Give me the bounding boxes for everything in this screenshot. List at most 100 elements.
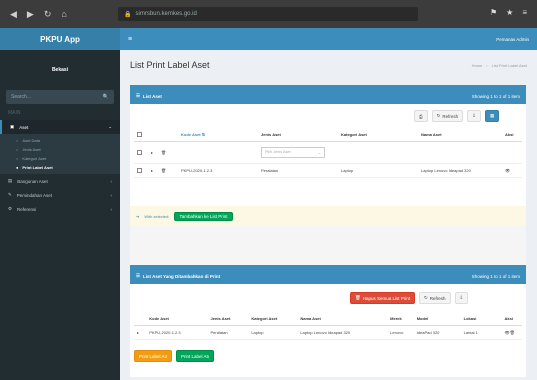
- forward-icon[interactable]: ▶: [27, 9, 34, 20]
- refresh-icon: ↻: [436, 113, 441, 118]
- sidebar-subitem-aset-data[interactable]: ○ Aset Data: [0, 136, 120, 145]
- sidebar-subitem-print-label[interactable]: ● Print Label Aset: [0, 163, 120, 172]
- sidebar-subitem-kategori-aset[interactable]: ○ Kategori Aset: [0, 154, 120, 163]
- col-model[interactable]: Model: [413, 312, 461, 326]
- grid-button[interactable]: ▦: [484, 110, 500, 122]
- table-header-row: Kode Aset ⇅ Jenis Aset Kategori Aset Nam…: [134, 128, 522, 142]
- filter-check: [134, 141, 148, 164]
- url-bar[interactable]: 🔒 simrsbun.kemkes.go.id: [118, 7, 418, 21]
- col-kategori-aset[interactable]: Kategori Aset: [248, 312, 298, 326]
- sidebar-search[interactable]: Search... 🔍: [6, 90, 114, 104]
- col-nama-aset[interactable]: Nama Aset: [297, 312, 388, 326]
- sort-icon: ⇅: [201, 131, 206, 137]
- col-check[interactable]: [134, 128, 148, 142]
- col-kategori-aset[interactable]: Kategori Aset: [338, 128, 418, 142]
- export-button[interactable]: ⇩: [467, 110, 481, 122]
- filter-checkbox[interactable]: [137, 149, 142, 155]
- row-check: [134, 163, 148, 178]
- row-expand[interactable]: ▸: [148, 163, 158, 178]
- jenis-aset-select[interactable]: Pilih Jenis Aset ⌄: [261, 146, 325, 158]
- refresh-button[interactable]: ↻ Refresh: [419, 292, 451, 304]
- filter-jenis: Pilih Jenis Aset ⌄: [258, 141, 338, 164]
- col-blank: [158, 128, 178, 142]
- print-button[interactable]: ⎙: [414, 110, 428, 122]
- refresh-icon: ↻: [424, 295, 428, 300]
- row-trash-icon[interactable]: 🗑: [158, 163, 178, 178]
- cell-nama: Laptop Lenovo Ideapad 320: [418, 163, 502, 178]
- sidebar-toggle-icon[interactable]: ≡: [128, 36, 132, 43]
- col-aksi: Aksi: [502, 128, 522, 142]
- delete-all-button[interactable]: 🗑 Hapus Semua List Print: [350, 292, 415, 304]
- app-logo[interactable]: PKPU App: [0, 28, 120, 50]
- sidebar-subitem-jenis-aset[interactable]: ○ Jenis Aset: [0, 145, 120, 154]
- breadcrumb-home[interactable]: Home: [472, 63, 483, 68]
- download-icon: ⇩: [472, 113, 476, 118]
- col-jenis-aset[interactable]: Jenis Aset: [207, 312, 249, 326]
- sidebar-item-pemindahan[interactable]: ✎ Pemindahan Aset ‹: [0, 188, 120, 202]
- circle-icon: ●: [16, 165, 19, 170]
- table-row[interactable]: ▸ PKPU-2020-1.2.3 Peralatan Laptop Lapto…: [134, 325, 522, 340]
- col-merek[interactable]: Merek: [387, 312, 414, 326]
- table-header-row: Kode Aset Jenis Aset Kategori Aset Nama …: [134, 312, 522, 326]
- col-kode-aset[interactable]: Kode Aset: [146, 312, 208, 326]
- row-expand[interactable]: ▸: [134, 325, 147, 340]
- col-hash: [148, 128, 158, 142]
- row-checkbox[interactable]: [137, 167, 142, 173]
- filter-expand[interactable]: ▸: [148, 141, 158, 164]
- back-icon[interactable]: ◀: [10, 9, 17, 20]
- extension-icon[interactable]: ⚑: [490, 8, 497, 17]
- select-all-checkbox[interactable]: [137, 131, 142, 137]
- chevron-left-icon: ‹: [110, 192, 113, 198]
- folder-icon: ▣: [10, 124, 15, 129]
- sidebar: PKPU App Bekasi Search... 🔍 MAIN ▣ Aset ⌄…: [0, 28, 120, 380]
- user-name: Bekasi: [51, 67, 69, 73]
- browser-actions: ⚑ ★ ≡: [490, 8, 527, 17]
- cell-merek: Lenovo: [387, 325, 414, 340]
- row-view-icon[interactable]: 👁: [502, 163, 522, 178]
- page-title: List Print Label Aset: [130, 60, 210, 70]
- home-icon[interactable]: ⌂: [61, 9, 66, 19]
- trash-icon: 🗑: [355, 295, 361, 300]
- search-icon[interactable]: 🔍: [103, 94, 109, 100]
- menu-icon[interactable]: ≡: [522, 8, 527, 17]
- col-aksi: Aksi: [501, 312, 522, 326]
- circle-icon: ○: [16, 138, 19, 143]
- arrow-icon: ➜: [136, 213, 140, 219]
- print-table: Kode Aset Jenis Aset Kategori Aset Nama …: [134, 312, 522, 340]
- bookmark-icon[interactable]: ★: [506, 8, 513, 17]
- add-to-print-button[interactable]: Tambahkan ke List Print: [174, 211, 233, 221]
- col-kode-aset[interactable]: Kode Aset ⇅: [178, 128, 258, 142]
- col-nama-aset[interactable]: Nama Aset: [418, 128, 502, 142]
- print-label-a4-button[interactable]: Print Label A4: [134, 350, 173, 362]
- col-lokasi[interactable]: Lokasi: [460, 312, 502, 326]
- filter-trash-icon[interactable]: 🗑: [158, 141, 178, 164]
- row-actions: 👁🗑: [501, 325, 522, 340]
- box-header: ☰ List Aset Showing 1 to 1 of 1 item: [130, 88, 526, 104]
- col-hash: [134, 312, 147, 326]
- delete-icon[interactable]: 🗑: [510, 330, 515, 335]
- wrench-icon: ✎: [8, 192, 12, 197]
- refresh-button[interactable]: ↻ Refresh: [431, 110, 464, 122]
- list-icon: ☰: [136, 273, 141, 278]
- cell-kode: PKPU-2020-1.2.3: [146, 325, 208, 340]
- sidebar-item-aset[interactable]: ▣ Aset ⌄: [0, 120, 120, 134]
- cell-kategori: Laptop: [338, 163, 418, 178]
- chevron-down-icon: ⌄: [317, 150, 321, 155]
- export-button[interactable]: ⇩: [454, 292, 469, 304]
- search-input[interactable]: Search...: [11, 94, 31, 100]
- chevron-left-icon: ‹: [110, 178, 113, 184]
- browser-bar: ◀ ▶ ↻ ⌂ 🔒 simrsbun.kemkes.go.id ⚑ ★ ≡: [0, 0, 537, 28]
- cell-kategori: Laptop: [248, 325, 298, 340]
- user-panel: Bekasi: [0, 50, 120, 90]
- print-label-a5-button[interactable]: Print Label A5: [176, 350, 215, 362]
- col-jenis-aset[interactable]: Jenis Aset: [258, 128, 338, 142]
- sidebar-item-bangunan[interactable]: ▤ Bangunan Aset ‹: [0, 174, 120, 188]
- table-row[interactable]: ▸ 🗑 PKPU-2020-1.2.3 Peralatan Laptop Lap…: [134, 163, 522, 178]
- list-aset-box: ☰ List Aset Showing 1 to 1 of 1 item ⎙ ↻ R…: [130, 85, 526, 265]
- reload-icon[interactable]: ↻: [44, 9, 52, 20]
- header-user[interactable]: Pemanas Admin: [496, 37, 529, 42]
- sidebar-item-referensi[interactable]: ⚙ Referensi ‹: [0, 202, 120, 216]
- item-count: Showing 1 to 1 of 1 item: [471, 93, 520, 99]
- filter-row: ▸ 🗑 Pilih Jenis Aset ⌄: [134, 141, 522, 164]
- cell-lokasi: Lantai 1: [460, 325, 502, 340]
